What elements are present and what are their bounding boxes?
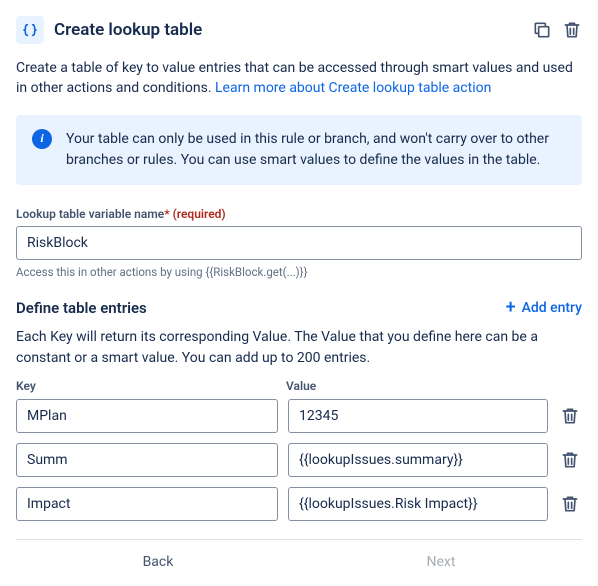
column-headers: Key Value [16,379,582,393]
add-entry-button[interactable]: + Add entry [506,299,582,317]
variable-helper: Access this in other actions by using {{… [16,265,582,279]
key-column-header: Key [16,379,286,393]
value-input[interactable] [288,487,548,521]
panel-header: Create lookup table [16,16,582,44]
define-entries-header: Define table entries + Add entry [16,299,582,317]
key-input[interactable] [16,487,278,521]
back-button[interactable]: Back [143,554,174,570]
info-text: Your table can only be used in this rule… [66,129,566,171]
description: Create a table of key to value entries t… [16,58,582,99]
variable-name-input[interactable] [16,226,582,260]
lookup-brackets-icon [16,16,44,44]
panel-title: Create lookup table [54,20,532,40]
delete-row-button[interactable] [558,494,582,514]
define-entries-heading: Define table entries [16,299,147,317]
duplicate-button[interactable] [532,20,552,40]
next-button[interactable]: Next [426,554,455,570]
variable-label: Lookup table variable name* (required) [16,207,582,221]
info-panel: i Your table can only be used in this ru… [16,115,582,185]
delete-row-button[interactable] [558,450,582,470]
value-column-header: Value [286,379,582,393]
key-input[interactable] [16,443,278,477]
key-input[interactable] [16,399,278,433]
value-input[interactable] [288,399,548,433]
header-actions [532,20,582,40]
learn-more-link[interactable]: Learn more about Create lookup table act… [215,80,491,96]
delete-button[interactable] [562,20,582,40]
entries-rows [16,399,582,521]
variable-field: Lookup table variable name* (required) A… [16,207,582,279]
table-row [16,443,582,477]
info-icon: i [32,129,52,149]
value-input[interactable] [288,443,548,477]
table-row [16,487,582,521]
footer-nav: Back Next [16,554,582,570]
delete-row-button[interactable] [558,406,582,426]
required-marker: * (required) [164,207,225,221]
entries-description: Each Key will return its corresponding V… [16,327,582,369]
plus-icon: + [506,299,516,317]
table-row [16,399,582,433]
divider [16,539,582,540]
